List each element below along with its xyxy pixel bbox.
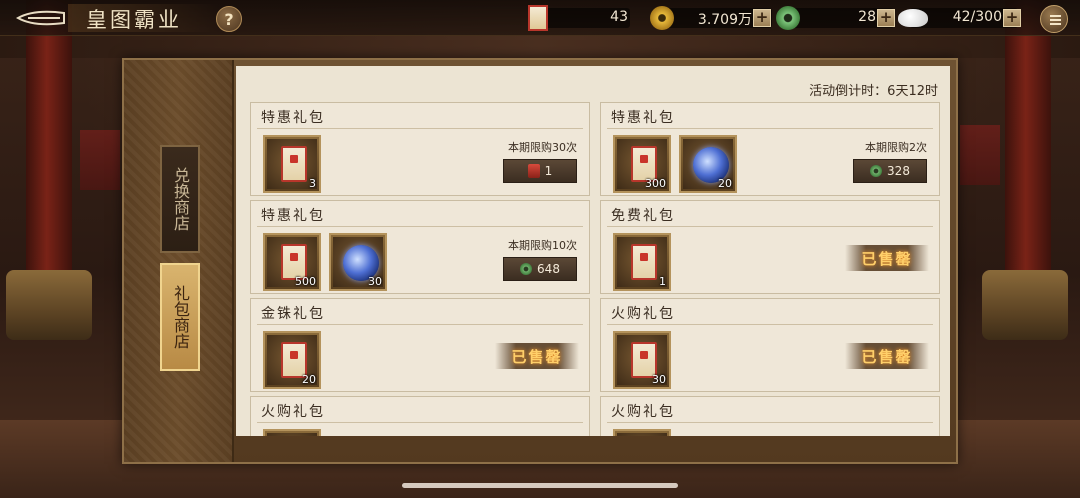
jade-plus-button[interactable]: + bbox=[877, 9, 895, 27]
gift-card: 免费礼包 1 已售罄 bbox=[600, 200, 940, 294]
copper-coin-icon bbox=[650, 6, 674, 30]
divider bbox=[607, 128, 933, 129]
divider bbox=[257, 422, 583, 423]
shop-sidebar bbox=[124, 60, 234, 462]
item-count: 1 bbox=[659, 275, 666, 288]
ceiling-beam bbox=[0, 36, 1080, 58]
left-curtain bbox=[80, 130, 120, 190]
item-slot[interactable]: 30 bbox=[329, 233, 387, 291]
page-title: 皇图霸业 bbox=[86, 8, 182, 32]
purchase-limit: 本期限购2次 bbox=[865, 141, 927, 154]
red-envelope-icon bbox=[281, 146, 307, 182]
item-slot[interactable]: 1 bbox=[613, 233, 671, 291]
item-slot[interactable]: 20 bbox=[263, 331, 321, 389]
jade-coin-icon bbox=[870, 165, 883, 177]
gift-card: 特惠礼包 3 本期限购30次 1 bbox=[250, 102, 590, 196]
copper-coin-count: 3.709万 bbox=[697, 12, 752, 28]
item-slot[interactable] bbox=[263, 429, 321, 436]
item-count: 500 bbox=[295, 275, 316, 288]
gift-card-title: 免费礼包 bbox=[611, 208, 675, 224]
divider bbox=[607, 226, 933, 227]
item-count: 20 bbox=[718, 177, 732, 190]
sold-out-badge: 已售罄 bbox=[845, 343, 929, 369]
jade-icon bbox=[776, 6, 800, 30]
item-slot[interactable]: 20 bbox=[679, 135, 737, 193]
list-menu-icon bbox=[1050, 15, 1061, 25]
red-ticket-icon bbox=[527, 164, 540, 178]
item-slot[interactable]: 3 bbox=[263, 135, 321, 193]
menu-button[interactable] bbox=[1040, 5, 1068, 33]
back-button[interactable] bbox=[14, 7, 68, 29]
gift-ticket-icon bbox=[528, 5, 548, 31]
sold-out-badge: 已售罄 bbox=[845, 245, 929, 271]
item-count: 20 bbox=[302, 373, 316, 386]
gift-card: 火购礼包 30 已售罄 bbox=[600, 298, 940, 392]
gift-card: 火购礼包 bbox=[600, 396, 940, 436]
gift-card: 火购礼包 bbox=[250, 396, 590, 436]
divider bbox=[257, 226, 583, 227]
item-slot[interactable]: 30 bbox=[613, 331, 671, 389]
divider bbox=[257, 128, 583, 129]
event-countdown: 活动倒计时：6天12时 bbox=[809, 84, 938, 99]
price-value: 328 bbox=[887, 164, 910, 178]
gift-card: 金铢礼包 20 已售罄 bbox=[250, 298, 590, 392]
price-value: 1 bbox=[544, 164, 553, 178]
gift-card-title: 特惠礼包 bbox=[611, 110, 675, 126]
gift-card-title: 火购礼包 bbox=[611, 404, 675, 420]
buy-button[interactable]: 648 bbox=[503, 257, 577, 281]
tab-exchange-shop-label: 兑换商店 bbox=[171, 167, 190, 231]
gift-card-title: 金铢礼包 bbox=[261, 306, 325, 322]
back-arrow-icon bbox=[15, 10, 65, 26]
home-indicator[interactable] bbox=[402, 483, 678, 488]
tab-exchange-shop[interactable]: 兑换商店 bbox=[160, 145, 200, 253]
silk-count: 42/300 bbox=[952, 9, 1002, 25]
help-button[interactable]: ? bbox=[216, 6, 242, 32]
gift-card-title: 火购礼包 bbox=[611, 306, 675, 322]
gift-ticket-count: 43 bbox=[610, 9, 628, 25]
gift-card: 特惠礼包 300 20 本期限购2次 328 bbox=[600, 102, 940, 196]
gift-card-title: 火购礼包 bbox=[261, 404, 325, 420]
purchase-limit: 本期限购10次 bbox=[508, 239, 577, 252]
left-pillar-base bbox=[6, 270, 92, 340]
gift-card-title: 特惠礼包 bbox=[261, 208, 325, 224]
divider bbox=[607, 422, 933, 423]
divider bbox=[607, 324, 933, 325]
right-pillar-base bbox=[982, 270, 1068, 340]
red-envelope-icon bbox=[631, 244, 657, 280]
gift-card: 特惠礼包 500 30 本期限购10次 648 bbox=[250, 200, 590, 294]
item-count: 3 bbox=[309, 177, 316, 190]
silk-icon bbox=[898, 9, 928, 27]
gift-list: 活动倒计时：6天12时 特惠礼包 3 本期限购30次 1 特惠礼包 300 20… bbox=[236, 66, 950, 436]
gift-card-title: 特惠礼包 bbox=[261, 110, 325, 126]
item-count: 30 bbox=[368, 275, 382, 288]
item-slot[interactable]: 500 bbox=[263, 233, 321, 291]
jade-count: 28 bbox=[858, 9, 876, 25]
tab-gift-shop[interactable]: 礼包商店 bbox=[160, 263, 200, 371]
item-slot[interactable]: 300 bbox=[613, 135, 671, 193]
copper-coin-plus-button[interactable]: + bbox=[753, 9, 771, 27]
item-count: 30 bbox=[652, 373, 666, 386]
item-count: 300 bbox=[645, 177, 666, 190]
item-slot[interactable] bbox=[613, 429, 671, 436]
silk-plus-button[interactable]: + bbox=[1003, 9, 1021, 27]
right-curtain bbox=[960, 125, 1000, 185]
tab-gift-shop-label: 礼包商店 bbox=[171, 285, 190, 349]
buy-button[interactable]: 1 bbox=[503, 159, 577, 183]
top-bar: 皇图霸业 ? 43 3.709万 + 28 + 42/300 + bbox=[0, 0, 1080, 36]
buy-button[interactable]: 328 bbox=[853, 159, 927, 183]
price-value: 648 bbox=[537, 262, 560, 276]
jade-coin-icon bbox=[520, 263, 533, 275]
sold-out-badge: 已售罄 bbox=[495, 343, 579, 369]
purchase-limit: 本期限购30次 bbox=[508, 141, 577, 154]
divider bbox=[257, 324, 583, 325]
